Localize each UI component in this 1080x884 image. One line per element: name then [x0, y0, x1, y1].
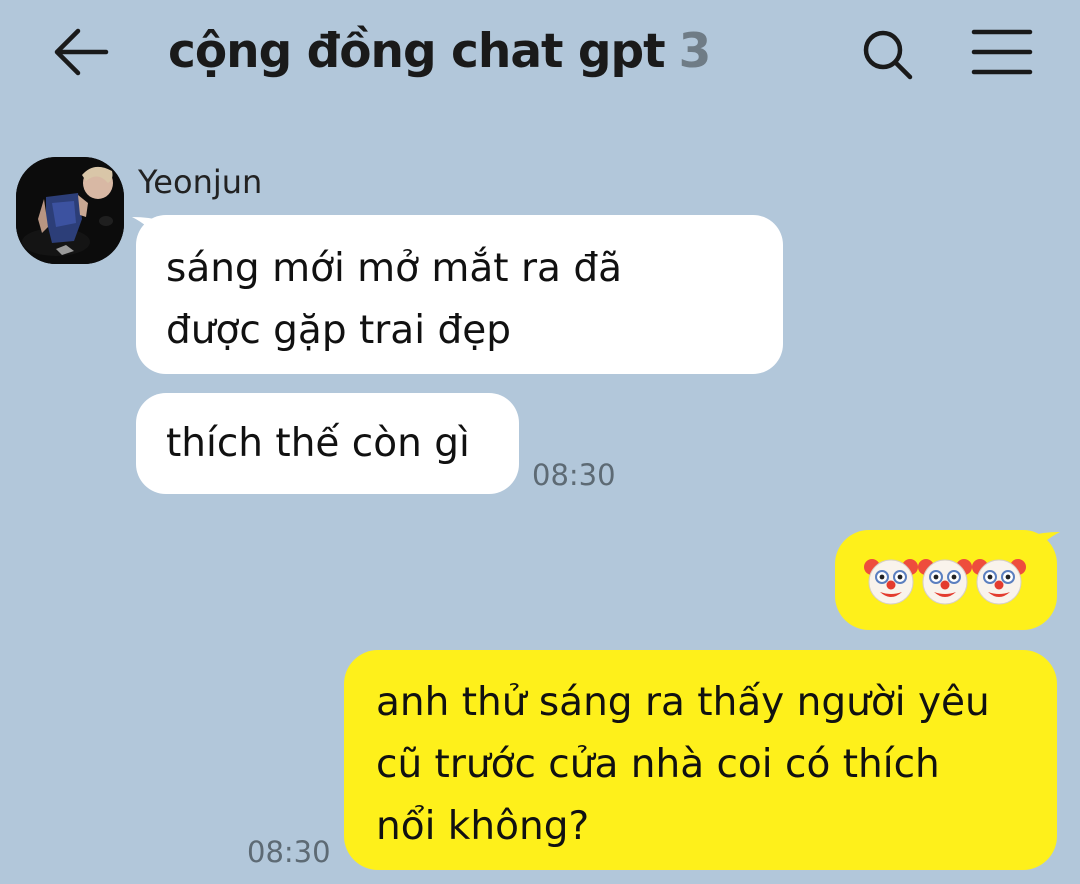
emoji-row: [863, 552, 1026, 608]
chat-header: cộng đồng chat gpt 3: [0, 0, 1080, 110]
chat-title: cộng đồng chat gpt 3: [168, 20, 712, 84]
incoming-message-bubble[interactable]: sáng mới mở mắt ra đã được gặp trai đẹp: [136, 215, 783, 374]
chat-title-text: cộng đồng chat gpt: [168, 24, 666, 79]
message-time: 08:30: [532, 458, 616, 492]
message-line: được gặp trai đẹp: [166, 308, 511, 353]
profile-photo: [16, 157, 124, 264]
search-icon: [863, 30, 913, 80]
message-line: cũ trước cửa nhà coi có thích: [376, 742, 940, 787]
message-time: 08:30: [247, 835, 331, 869]
message-line: nổi không?: [376, 804, 590, 849]
outgoing-message-bubble[interactable]: anh thử sáng ra thấy người yêu cũ trước …: [344, 650, 1057, 870]
back-button[interactable]: [50, 22, 114, 86]
outgoing-emoji-bubble[interactable]: [835, 530, 1057, 630]
arrow-left-icon: [54, 28, 109, 76]
message-line: thích thế còn gì: [166, 421, 470, 466]
hamburger-menu-icon: [971, 29, 1033, 75]
incoming-message-bubble[interactable]: thích thế còn gì: [136, 393, 519, 494]
search-button[interactable]: [858, 24, 918, 84]
avatar[interactable]: [16, 157, 124, 264]
clown-face-icon: [972, 559, 1026, 605]
clown-face-icon: [918, 559, 972, 605]
message-line: sáng mới mở mắt ra đã: [166, 246, 622, 291]
member-count: 3: [678, 24, 712, 79]
clown-face-icon: [864, 559, 918, 605]
menu-button[interactable]: [970, 26, 1034, 80]
message-line: anh thử sáng ra thấy người yêu: [376, 680, 990, 725]
sender-name: Yeonjun: [138, 163, 263, 201]
